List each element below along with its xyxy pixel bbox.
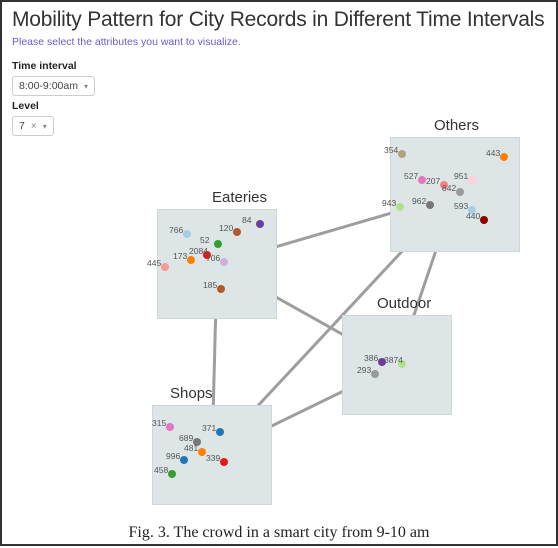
- edge: [217, 195, 455, 265]
- edge: [212, 195, 455, 456]
- figure-caption: Fig. 3. The crowd in a smart city from 9…: [2, 524, 556, 544]
- graph-edges: [2, 2, 558, 548]
- edge: [217, 264, 397, 365]
- edge: [397, 195, 455, 366]
- edge: [212, 365, 397, 455]
- edge: [212, 264, 217, 455]
